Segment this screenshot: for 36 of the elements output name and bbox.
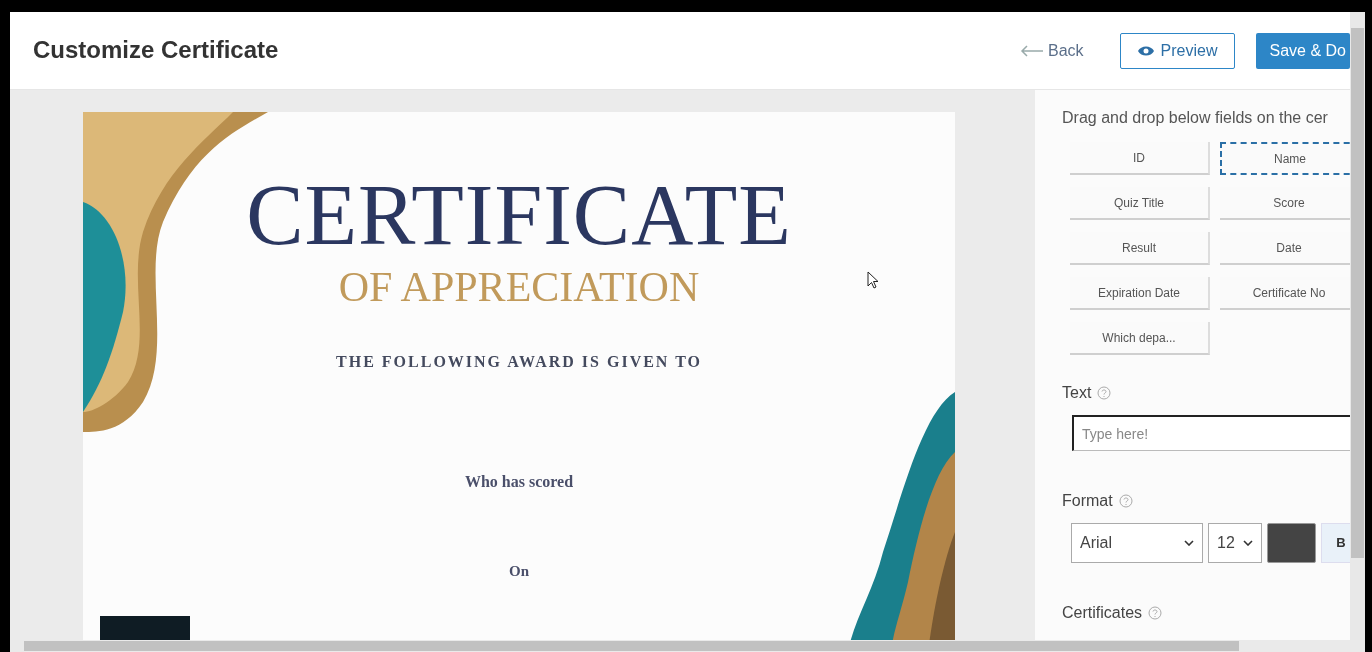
certificate-title: CERTIFICATE (246, 172, 792, 258)
mouse-pointer-icon (867, 271, 879, 289)
chevron-down-icon (1184, 540, 1194, 546)
scrollbar-thumb[interactable] (24, 641, 1239, 651)
bold-button[interactable]: B (1321, 523, 1350, 563)
instruction-text: Drag and drop below fields on the cer (1062, 108, 1329, 128)
back-link[interactable]: Back (1020, 38, 1084, 63)
help-icon (1097, 386, 1112, 400)
field-button[interactable]: Which depa... (1070, 322, 1210, 355)
help-icon (1148, 606, 1163, 620)
horizontal-scrollbar[interactable] (10, 640, 1365, 652)
format-label: Format (1062, 491, 1113, 511)
chevron-down-icon (1243, 540, 1253, 546)
field-button[interactable]: Name (1220, 142, 1350, 175)
text-label: Text (1062, 383, 1092, 403)
score-text: Who has scored (464, 472, 574, 492)
field-button[interactable]: Expiration Date (1070, 277, 1210, 310)
field-button[interactable]: Result (1070, 232, 1210, 265)
help-icon (1118, 494, 1133, 508)
certificate-subtitle: OF APPRECIATION (338, 266, 700, 308)
save-button[interactable]: Save & Do (1255, 32, 1350, 69)
page-title: Customize Certificate (33, 36, 280, 65)
size-select[interactable]: 12 (1208, 523, 1262, 563)
text-input-field[interactable]: Type here! (1072, 415, 1350, 451)
date-text: On (509, 562, 529, 581)
certificates-label: Certificates (1062, 603, 1143, 623)
field-button[interactable]: Quiz Title (1070, 187, 1210, 220)
color-picker[interactable] (1267, 523, 1316, 563)
field-button[interactable]: ID (1070, 142, 1210, 175)
arrow-left-icon (1020, 44, 1045, 57)
font-select[interactable]: Arial (1071, 523, 1203, 563)
scrollbar-thumb[interactable] (1351, 28, 1364, 558)
eye-icon (1136, 44, 1155, 57)
vertical-scrollbar[interactable] (1350, 12, 1365, 640)
award-text: THE FOLLOWING AWARD IS GIVEN TO (336, 352, 702, 372)
preview-button[interactable]: Preview (1119, 32, 1235, 69)
